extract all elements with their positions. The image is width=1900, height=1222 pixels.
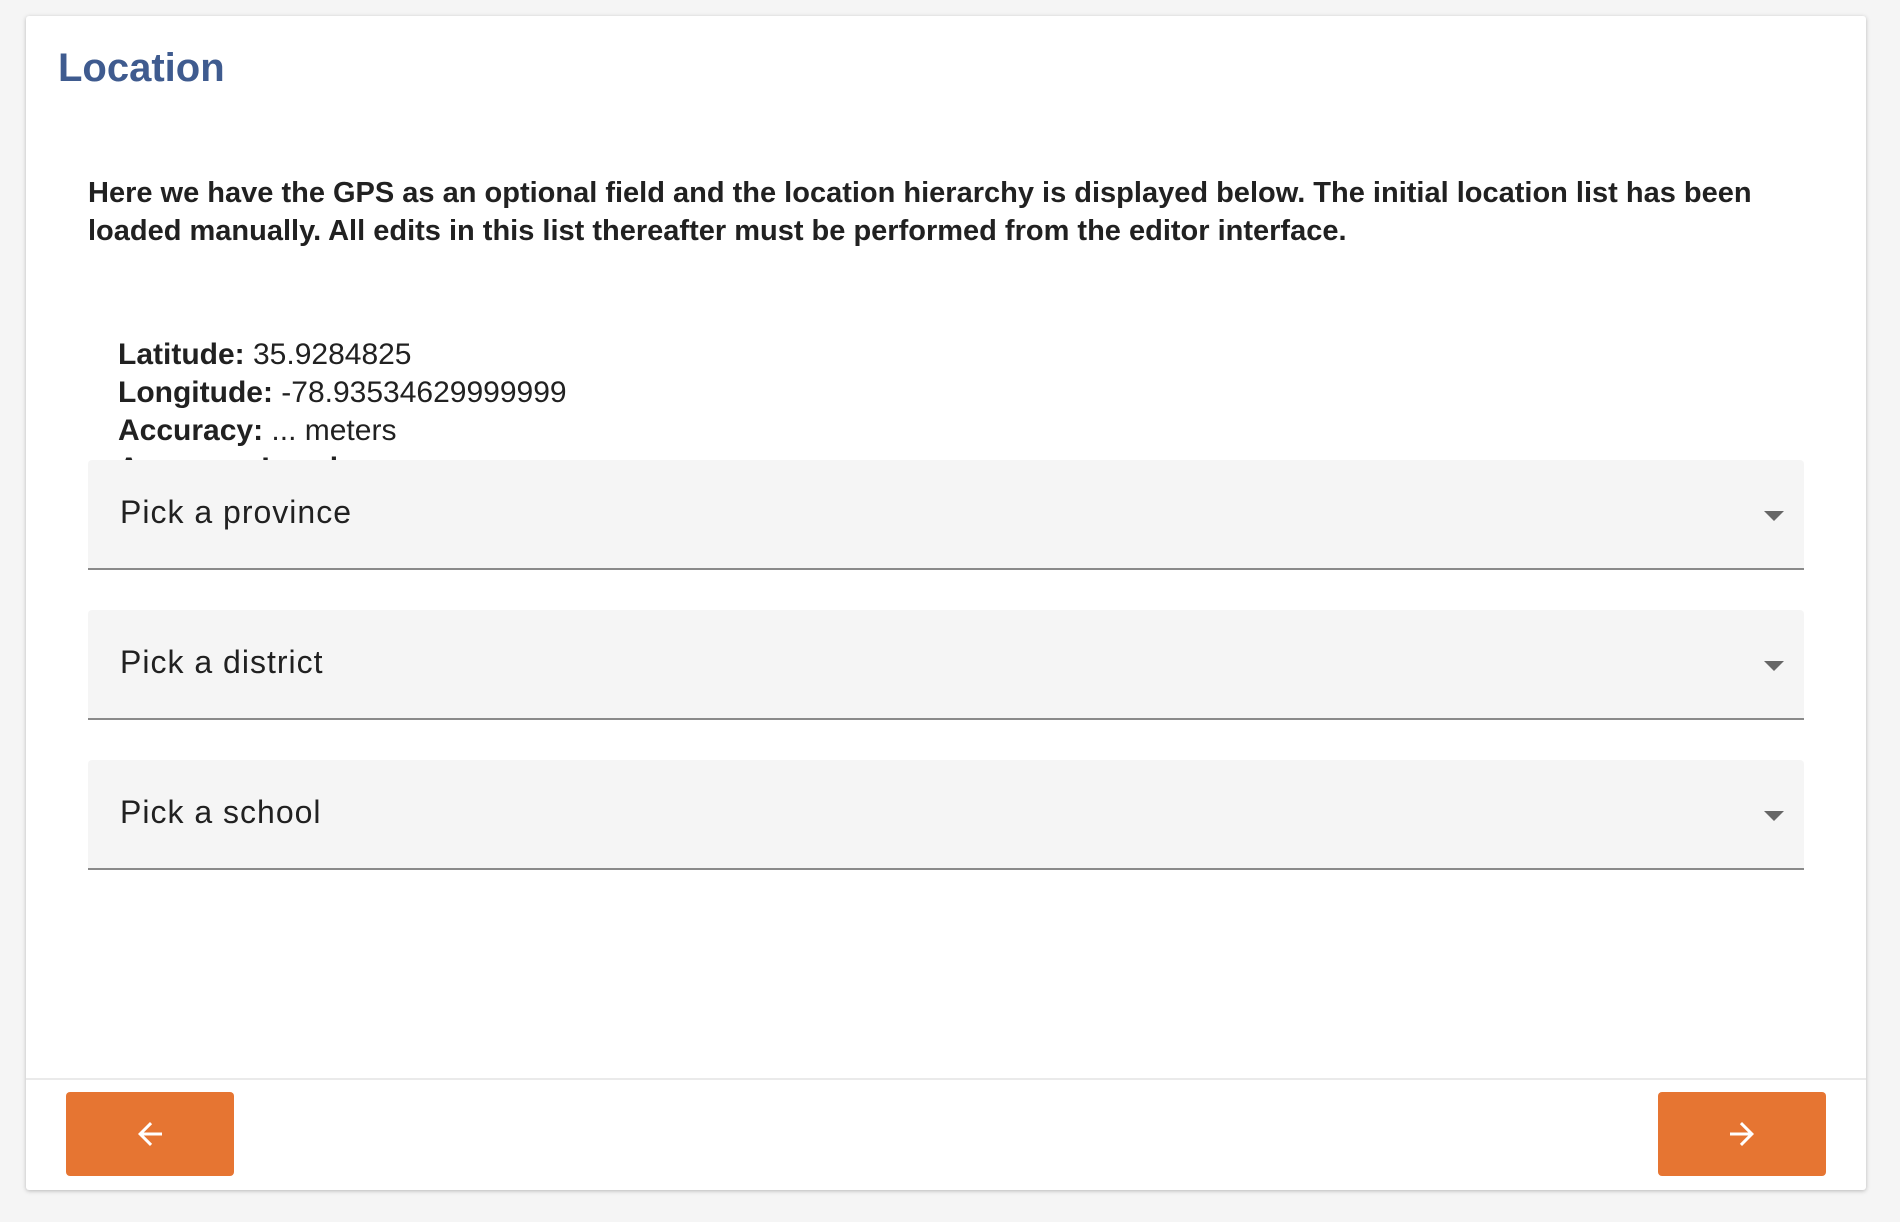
caret-down-icon bbox=[1764, 661, 1784, 671]
footer-divider bbox=[26, 1078, 1866, 1080]
form-card: Location Here we have the GPS as an opti… bbox=[26, 16, 1866, 1190]
province-select-label: Pick a province bbox=[120, 494, 352, 530]
accuracy-row: Accuracy: ... meters bbox=[118, 412, 567, 450]
caret-down-icon bbox=[1764, 811, 1784, 821]
latitude-value: 35.9284825 bbox=[253, 338, 412, 371]
latitude-label: Latitude: bbox=[118, 338, 245, 371]
caret-down-icon bbox=[1764, 511, 1784, 521]
school-select-label: Pick a school bbox=[120, 794, 322, 830]
school-select[interactable]: Pick a school bbox=[88, 760, 1804, 870]
province-select[interactable]: Pick a province bbox=[88, 460, 1804, 570]
latitude-row: Latitude: 35.9284825 bbox=[118, 336, 567, 374]
intro-text: Here we have the GPS as an optional fiel… bbox=[88, 177, 1752, 247]
district-select[interactable]: Pick a district bbox=[88, 610, 1804, 720]
next-button[interactable] bbox=[1658, 1092, 1826, 1176]
previous-button[interactable] bbox=[66, 1092, 234, 1176]
arrow-right-icon bbox=[1730, 1122, 1754, 1146]
accuracy-value: ... meters bbox=[271, 414, 397, 447]
accuracy-label: Accuracy: bbox=[118, 414, 264, 447]
district-select-label: Pick a district bbox=[120, 644, 324, 680]
longitude-label: Longitude: bbox=[118, 376, 273, 409]
page-title: Location bbox=[58, 46, 225, 90]
arrow-left-icon bbox=[138, 1122, 162, 1146]
longitude-row: Longitude: -78.93534629999999 bbox=[118, 374, 567, 412]
longitude-value: -78.93534629999999 bbox=[281, 376, 567, 409]
